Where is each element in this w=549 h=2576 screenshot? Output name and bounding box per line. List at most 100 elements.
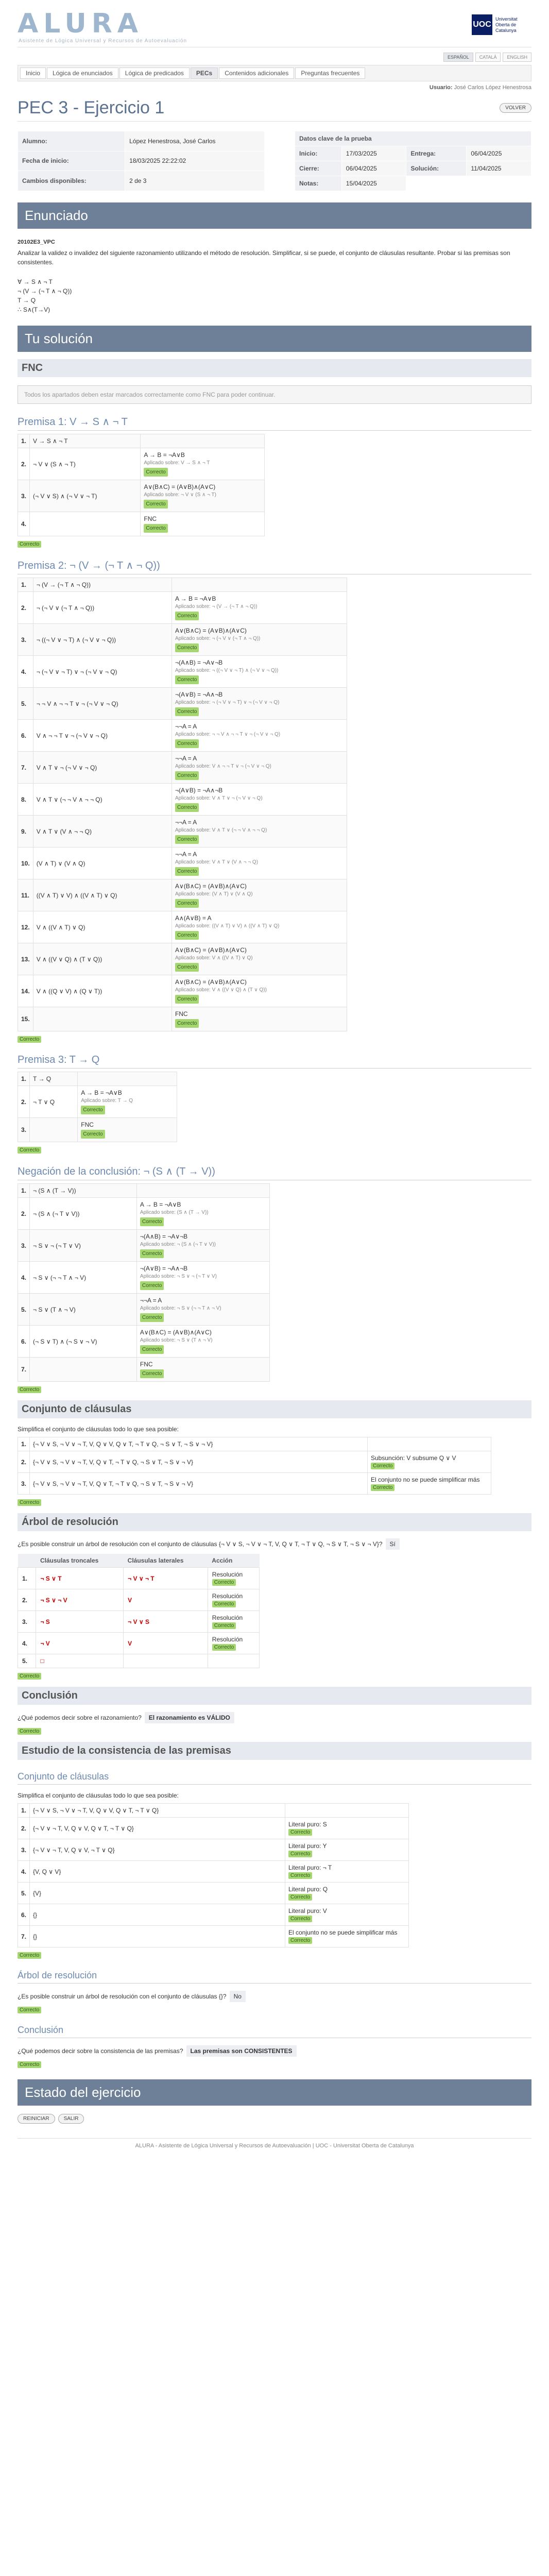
row-status: Correcto xyxy=(288,1829,313,1836)
row-formula: ¬ ¬ V ∧ ¬ ¬ T ∨ ¬ (¬ V ∨ ¬ Q) xyxy=(32,687,172,720)
row-action: ¬¬A = A Aplicado sobre: V ∧ T ∨ (¬ ¬ V ∧ … xyxy=(171,815,348,848)
row-status: Correcto xyxy=(212,1579,236,1586)
row-action: ¬(A∨B) = ¬A∧¬B Aplicado sobre: V ∧ T ∨ ¬ … xyxy=(171,783,348,816)
restart-button[interactable]: REINICIAR xyxy=(18,2114,55,2124)
uoc-mark: UOC xyxy=(472,14,492,35)
row-action: ¬(A∨B) = ¬A∧¬B Aplicado sobre: ¬ (¬ V ∨ ¬… xyxy=(171,687,348,720)
row-number: 14. xyxy=(18,975,33,1007)
row-formula: T → Q xyxy=(29,1072,78,1086)
formula-row: 8. V ∧ T ∨ (¬ ¬ V ∧ ¬ ¬ Q) ¬(A∨B) = ¬A∧¬B A… xyxy=(18,783,348,816)
formula-row: 3. ¬ S ∨ ¬ (¬ T ∨ V) ¬(A∧B) = ¬A∨¬B Aplicad… xyxy=(17,1229,270,1262)
conclusion-line: ¿Qué podemos decir sobre el razonamiento… xyxy=(18,1712,531,1723)
row-formula: ¬ ((¬ V ∨ ¬ T) ∧ (¬ V ∨ ¬ Q)) xyxy=(32,623,172,656)
formula-row: 2. ¬ (S ∧ (¬ T ∨ V)) A → B = ¬A∨B Aplicado … xyxy=(17,1197,270,1230)
start-label: Fecha de inicio: xyxy=(17,150,126,172)
rule-applied: FNC xyxy=(175,1010,188,1018)
row-number: 2. xyxy=(17,1589,37,1611)
language-switcher: ESPAÑOL CATALÀ ENGLISH xyxy=(18,53,531,62)
trunk-clause: ¬ S ∨ T xyxy=(36,1567,124,1589)
row-action: Resolución Correcto xyxy=(207,1567,260,1589)
formula-row: 13. V ∧ ((V ∨ Q) ∧ (T ∨ Q)) A∨(B∧C) = (A∨B… xyxy=(18,943,348,975)
formula-row: 10. (V ∧ T) ∨ (V ∧ Q) ¬¬A = A Aplicado sobr… xyxy=(18,847,348,879)
lang-ca[interactable]: CATALÀ xyxy=(475,53,501,62)
lang-es[interactable]: ESPAÑOL xyxy=(443,53,473,62)
row-clauses: {¬ V ∨ S, ¬ V ∨ ¬ T, V, Q ∨ T, ¬ T ∨ Q, … xyxy=(29,1451,368,1473)
uoc-name: Universitat Oberta de Catalunya xyxy=(495,16,518,33)
key-dates: Datos clave de la prueba Inicio: 17/03/20… xyxy=(295,131,531,191)
premise2-status: Correcto xyxy=(18,1036,42,1043)
row-action: Literal puro: S Correcto xyxy=(285,1817,409,1839)
fnc-heading: FNC xyxy=(18,359,531,377)
lang-en[interactable]: ENGLISH xyxy=(503,53,531,62)
tree-question: ¿Es posible construir un árbol de resolu… xyxy=(18,1540,383,1548)
clause-row: 5. {V} Literal puro: Q Correcto xyxy=(17,1882,409,1904)
exit-button[interactable]: SALIR xyxy=(58,2114,84,2124)
row-action: El conjunto no se puede simplificar más C… xyxy=(367,1472,491,1495)
row-status: Correcto xyxy=(175,899,199,908)
tree-question-line: ¿Es posible construir un árbol de resolu… xyxy=(18,1538,531,1550)
row-action xyxy=(140,434,265,448)
formula-row: 1. T → Q xyxy=(17,1072,177,1086)
action-text: Resolución xyxy=(212,1636,243,1643)
row-clauses: {} xyxy=(29,1904,285,1926)
nav-contenidos[interactable]: Contenidos adicionales xyxy=(219,67,295,79)
row-formula: (¬ V ∨ S) ∧ (¬ V ∨ ¬ T) xyxy=(29,480,141,512)
row-clauses: {V} xyxy=(29,1882,285,1904)
action-text: Resolución xyxy=(212,1614,243,1621)
consistency-tree-answer[interactable]: No xyxy=(229,1991,246,2002)
clause-row: 6.{} Literal puro: V Correcto xyxy=(17,1904,409,1926)
applied-on: Aplicado sobre: V ∧ T ∨ (¬ ¬ V ∧ ¬ ¬ Q) xyxy=(175,827,267,833)
row-formula: ¬ V ∨ (S ∧ ¬ T) xyxy=(29,448,141,480)
tree-table: Cláusulas troncales Cláusulas laterales Ac… xyxy=(17,1554,260,1668)
conclusion-answer[interactable]: El razonamiento es VÁLIDO xyxy=(144,1712,234,1723)
row-formula xyxy=(29,1357,137,1382)
tree-row: 4. ¬ V V Resolución Correcto xyxy=(17,1632,260,1654)
applied-on: Aplicado sobre: (V ∧ T) ∨ (V ∧ Q) xyxy=(175,891,253,897)
tree-answer[interactable]: Sí xyxy=(385,1538,400,1550)
rule-applied: A∨(B∧C) = (A∨B)∧(A∨C) xyxy=(144,483,216,490)
row-action: A∨(B∧C) = (A∨B)∧(A∨C) Aplicado sobre: ¬ (… xyxy=(171,623,348,656)
row-status: Correcto xyxy=(175,675,199,684)
consistency-status: Correcto xyxy=(18,1952,42,1959)
nav-inicio[interactable]: Inicio xyxy=(20,67,46,79)
negation-status: Correcto xyxy=(18,1386,42,1393)
row-number: 6. xyxy=(17,1325,30,1358)
applied-on: Aplicado sobre: V ∧ T ∨ ¬ (¬ V ∨ ¬ Q) xyxy=(175,795,263,801)
nav-enunciados[interactable]: Lógica de enunciados xyxy=(47,67,118,79)
nav-predicados[interactable]: Lógica de predicados xyxy=(119,67,190,79)
row-formula: ¬ S ∨ (T ∧ ¬ V) xyxy=(29,1293,137,1326)
row-status: Correcto xyxy=(288,1937,313,1944)
row-number: 13. xyxy=(18,943,33,975)
clause-row: 3. {¬ V ∨ S, ¬ V ∨ ¬ T, V, Q ∨ T, ¬ T ∨ Q… xyxy=(17,1472,491,1495)
rule-applied: ¬¬A = A xyxy=(175,755,197,762)
nav-faq[interactable]: Preguntas frecuentes xyxy=(295,67,366,79)
formula-row: 1. ¬ (V → (¬ T ∧ ¬ Q)) xyxy=(18,578,348,592)
row-formula xyxy=(29,1117,78,1142)
inicio-value: 17/03/2025 xyxy=(341,146,407,161)
row-formula: ((V ∧ T) ∨ V) ∧ ((V ∧ T) ∨ Q) xyxy=(32,879,172,911)
applied-on: Aplicado sobre: ¬ (V → (¬ T ∧ ¬ Q)) xyxy=(175,604,258,609)
row-clauses: {¬ V ∨ ¬ T, V, Q ∨ V, Q ∨ T, ¬ T ∨ Q} xyxy=(29,1817,285,1839)
row-number: 4. xyxy=(17,1860,30,1883)
tagline: Asistente de Lógica Universal y Recursos… xyxy=(19,38,187,44)
nav-pecs[interactable]: PECs xyxy=(190,67,218,79)
student-info: Alumno: López Henestrosa, José Carlos Fec… xyxy=(17,131,265,191)
row-action xyxy=(207,1654,260,1668)
row-status: Correcto xyxy=(81,1106,105,1114)
applied-on: Aplicado sobre: V ∧ ((V ∧ T) ∨ Q) xyxy=(175,955,253,961)
row-action: ¬(A∨B) = ¬A∧¬B Aplicado sobre: ¬ S ∨ ¬ (¬… xyxy=(136,1261,270,1294)
alura-logo: ALURA xyxy=(18,8,144,39)
tree-row: 1. ¬ S ∨ T ¬ V ∨ ¬ T Resolución Correcto xyxy=(17,1567,260,1589)
trunk-clause: ¬ S xyxy=(36,1611,124,1633)
consistency-concl-answer[interactable]: Las premisas son CONSISTENTES xyxy=(186,2045,297,2057)
row-number: 11. xyxy=(18,879,33,911)
cierre-value: 06/04/2025 xyxy=(341,161,407,176)
user-label: Usuario: xyxy=(429,84,453,91)
row-formula xyxy=(29,512,141,536)
row-formula xyxy=(32,1007,172,1031)
rule-applied: ¬¬A = A xyxy=(175,723,197,730)
row-status: Correcto xyxy=(140,1369,164,1378)
applied-on: Aplicado sobre: (S ∧ (T → V)) xyxy=(140,1210,209,1215)
row-formula: ¬ T ∨ Q xyxy=(29,1086,78,1118)
back-button[interactable]: VOLVER xyxy=(500,103,531,113)
